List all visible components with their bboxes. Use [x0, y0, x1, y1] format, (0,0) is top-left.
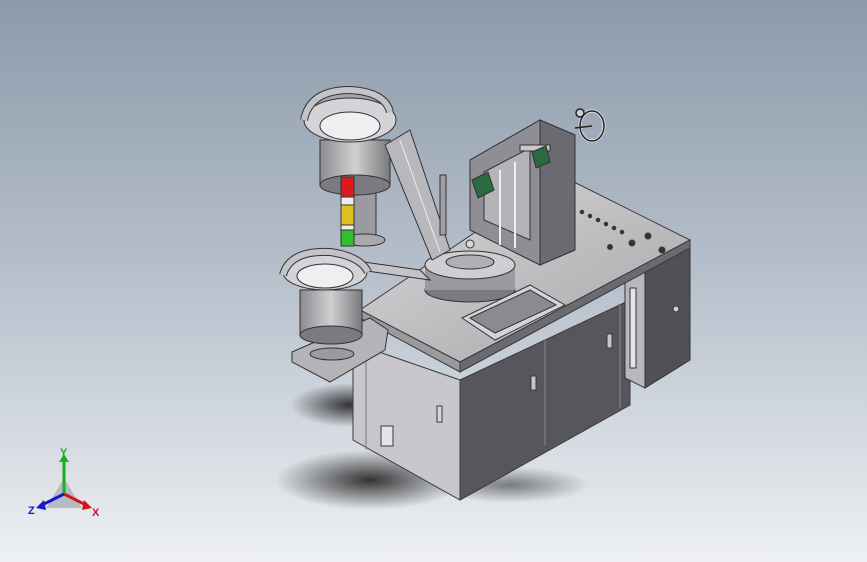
x-axis-label: X — [92, 507, 100, 519]
machine-model-view[interactable] — [0, 0, 867, 562]
y-axis-label: Y — [60, 448, 68, 459]
coordinate-triad: Y X Z — [28, 448, 100, 519]
signal-tower — [340, 176, 355, 247]
graphics-viewport[interactable]: Y X Z — [0, 0, 867, 562]
handwheel[interactable] — [574, 108, 606, 143]
z-axis-label: Z — [28, 505, 35, 517]
